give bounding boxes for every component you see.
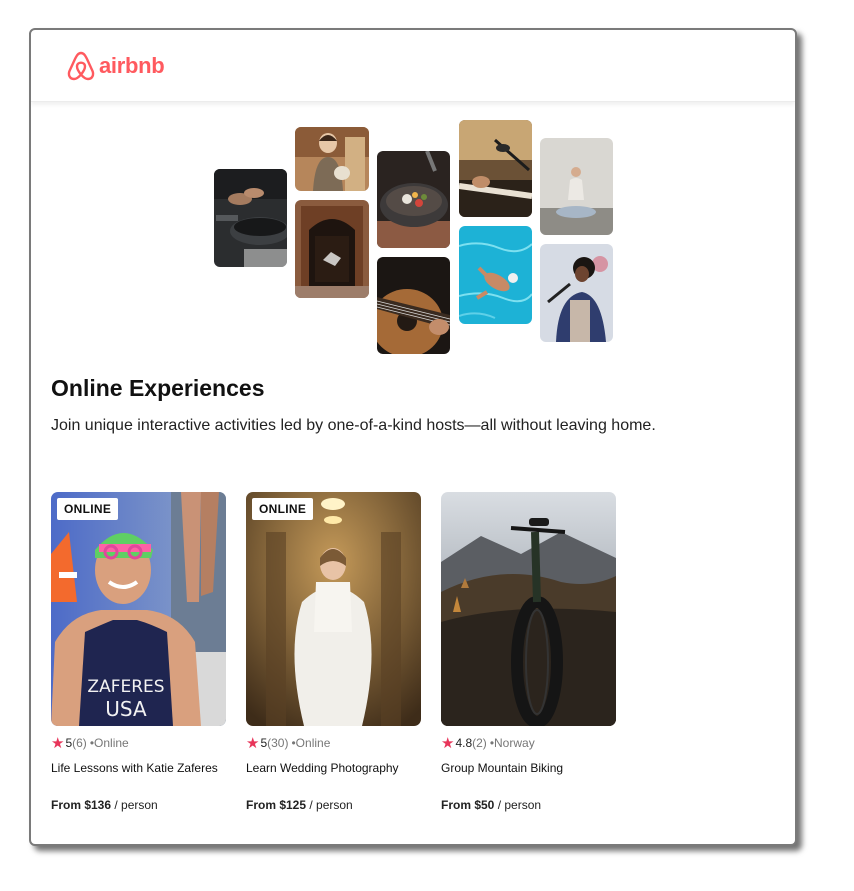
- star-icon: ★: [51, 734, 65, 752]
- experience-title[interactable]: Group Mountain Biking: [441, 761, 616, 775]
- rating-row: ★ 5 (6) •Online: [51, 735, 226, 751]
- price-unit: / person: [111, 798, 158, 812]
- star-icon: ★: [441, 734, 455, 752]
- experience-photo-triathlete[interactable]: ZAFERES USA ONLINE: [51, 492, 226, 726]
- collage-photo-woman-cat: [295, 127, 369, 191]
- experience-card[interactable]: ONLINE ★ 5 (30) •Online Learn Wedding Ph…: [246, 492, 421, 812]
- online-badge: ONLINE: [57, 498, 119, 520]
- review-count: (30): [267, 736, 289, 750]
- star-icon: ★: [246, 734, 260, 752]
- collage-photo-swimmer: [459, 226, 532, 324]
- rating-row: ★ 5 (30) •Online: [246, 735, 421, 751]
- experience-title[interactable]: Life Lessons with Katie Zaferes: [51, 761, 226, 775]
- experience-title[interactable]: Learn Wedding Photography: [246, 761, 421, 775]
- browser-window: airbnb Online Experiences Join unique in…: [29, 28, 797, 846]
- price-amount: From $125: [246, 798, 307, 812]
- location: •Online: [89, 736, 129, 750]
- jersey-text-line2: USA: [105, 697, 147, 721]
- rating-value: 5: [65, 736, 73, 750]
- rating-value: 5: [260, 736, 268, 750]
- price-amount: From $50: [441, 798, 495, 812]
- price-amount: From $136: [51, 798, 112, 812]
- collage-photo-cooking: [214, 169, 287, 267]
- page-subtitle: Join unique interactive activities led b…: [51, 417, 656, 434]
- price: From $136 / person: [51, 798, 226, 812]
- collage-photo-bowl: [377, 151, 450, 248]
- rating-value: 4.8: [455, 736, 473, 750]
- price-unit: / person: [306, 798, 353, 812]
- collage-photo-yoga: [540, 138, 613, 235]
- experience-card[interactable]: ZAFERES USA ONLINE ★ 5 (6) •Online Life …: [51, 492, 226, 812]
- experience-photo-mountain-bike[interactable]: [441, 492, 616, 726]
- collage-photo-keyboard: [459, 120, 532, 217]
- experience-photo-bride[interactable]: ONLINE: [246, 492, 421, 726]
- jersey-text-line1: ZAFERES: [87, 677, 164, 697]
- online-badge: ONLINE: [252, 498, 314, 520]
- location: •Online: [291, 736, 331, 750]
- collage-photo-singer: [540, 244, 613, 342]
- collage-photo-guitar: [377, 257, 450, 354]
- experience-card[interactable]: ★ 4.8 (2) •Norway Group Mountain Biking …: [441, 492, 616, 812]
- price: From $50 / person: [441, 798, 616, 812]
- price: From $125 / person: [246, 798, 421, 812]
- rating-row: ★ 4.8 (2) •Norway: [441, 735, 616, 751]
- review-count: (6): [72, 736, 87, 750]
- price-unit: / person: [494, 798, 542, 812]
- location: •Norway: [489, 736, 535, 750]
- page-title: Online Experiences: [51, 375, 265, 401]
- review-count: (2): [472, 736, 487, 750]
- collage-photo-dancer: [295, 200, 369, 298]
